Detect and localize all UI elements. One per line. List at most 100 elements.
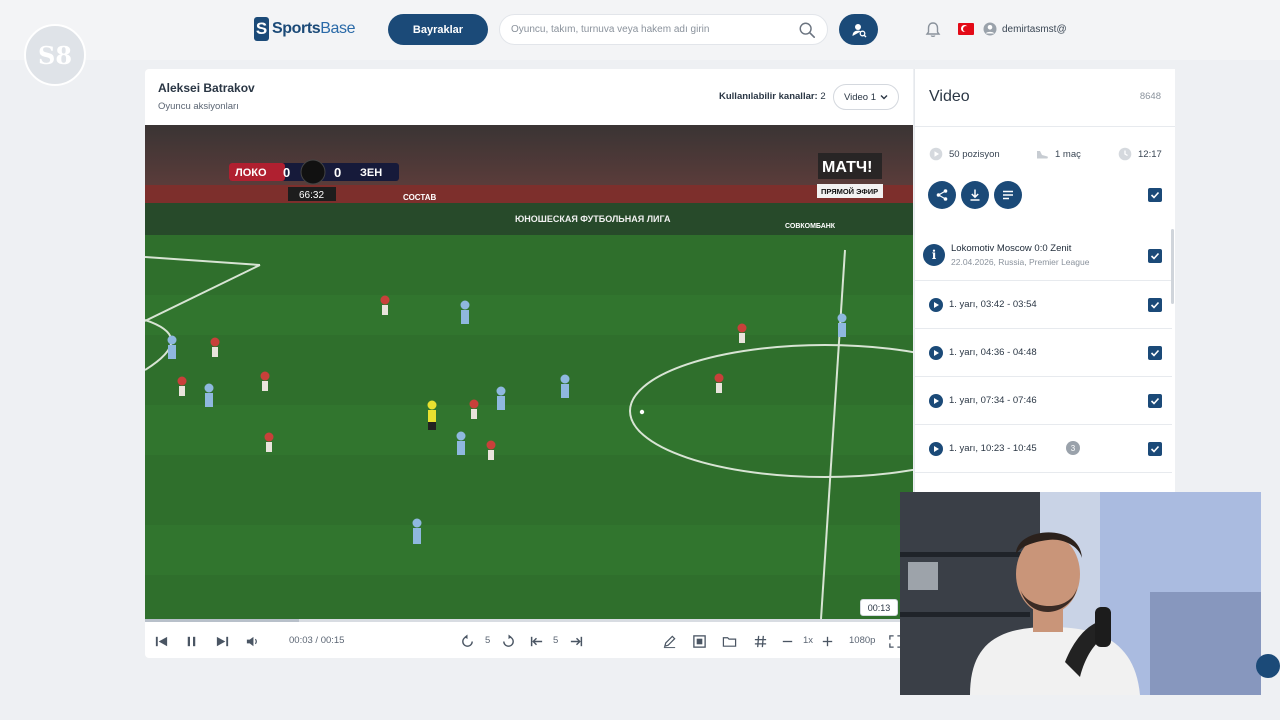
check-icon [1150, 252, 1160, 260]
check-icon [1150, 349, 1160, 357]
clip-checkbox[interactable] [1148, 298, 1162, 312]
channels-count: 2 [820, 91, 826, 102]
brand-name-part2: Base [320, 20, 356, 37]
plus-icon [822, 636, 832, 646]
chevron-down-icon [880, 95, 888, 100]
search-box [499, 14, 828, 45]
matches-stat: 1 maç [1035, 147, 1081, 161]
previous-clip-button[interactable] [151, 631, 171, 651]
share-button[interactable] [928, 181, 956, 209]
clip-row[interactable]: 1. yarı, 10:23 - 10:45 3 [915, 425, 1172, 473]
info-icon[interactable]: i [923, 244, 945, 266]
tv-channel-logo: МАТЧ! ПРЯМОЙ ЭФИР [817, 153, 883, 198]
play-icon[interactable] [929, 298, 943, 312]
player-subtitle: Oyuncu aksiyonları [158, 101, 239, 112]
rewind-icon [461, 633, 473, 647]
download-icon [970, 189, 980, 201]
frame-forward-button[interactable] [566, 631, 586, 651]
user-avatar-icon [983, 22, 997, 36]
away-team: ЗЕН [360, 167, 382, 179]
draw-tool-button[interactable] [659, 631, 679, 651]
clip-row[interactable]: 1. yarı, 03:42 - 03:54 [915, 281, 1172, 329]
available-channels: Kullanılabilir kanallar: 2 [719, 91, 826, 102]
playback-speed: 1x [803, 635, 814, 646]
sponsor-ad-3: СОВКОМБАНК [785, 223, 836, 230]
step-back-icon [530, 636, 542, 646]
video-player-card: Aleksei Batrakov Oyuncu aksiyonları Kull… [145, 69, 913, 658]
rewind-button[interactable] [457, 631, 477, 651]
forward-icon [502, 633, 514, 647]
ad-board-top [145, 185, 913, 203]
person-search-icon [852, 23, 866, 37]
search-input[interactable] [511, 15, 791, 44]
referee [427, 400, 437, 430]
forward-button[interactable] [498, 631, 518, 651]
player-name: Aleksei Batrakov [158, 81, 255, 95]
channels-label: Kullanılabilir kanallar: [719, 91, 818, 102]
top-bar: S SportsBase Bayraklar demirtasmst@ [0, 0, 1280, 60]
clip-label: 1. yarı, 10:23 - 10:45 [949, 443, 1037, 454]
bell-icon[interactable] [924, 21, 942, 39]
clip-checkbox[interactable] [1148, 442, 1162, 456]
folder-button[interactable] [719, 631, 739, 651]
webcam-overlay [900, 492, 1261, 695]
matches-count: 1 maç [1055, 148, 1081, 160]
channel-name: МАТЧ! [822, 159, 872, 176]
minus-icon [782, 640, 792, 642]
frames-button[interactable] [689, 631, 709, 651]
positions-count: 50 pozisyon [949, 148, 1000, 160]
player-search-button[interactable] [839, 14, 878, 45]
sportsbase-logo[interactable]: S SportsBase [254, 17, 356, 41]
match-header-row[interactable]: i Lokomotiv Moscow 0:0 Zenit 22.04.2026,… [915, 231, 1172, 281]
play-icon[interactable] [929, 394, 943, 408]
video-frame[interactable]: ЛОКО 0 0 ЗЕН 66:32 МАТЧ! ПРЯМОЙ ЭФИР СОС… [145, 125, 913, 619]
pause-button[interactable] [181, 631, 201, 651]
film-grid-icon [692, 634, 706, 648]
skip-previous-icon [155, 636, 167, 646]
speed-down-button[interactable] [777, 631, 797, 651]
match-title: Lokomotiv Moscow 0:0 Zenit [951, 243, 1072, 254]
next-clip-button[interactable] [212, 631, 232, 651]
hover-time-tooltip: 00:13 [860, 599, 898, 616]
check-icon [1150, 191, 1160, 199]
panel-title: Video [929, 88, 970, 105]
quality-select[interactable]: 1080p [849, 635, 875, 646]
volume-button[interactable] [242, 631, 262, 651]
step-forward-icon [570, 636, 582, 646]
brand-name-part1: Sports [272, 20, 321, 37]
home-team: ЛОКО [235, 167, 267, 179]
clip-row[interactable]: 1. yarı, 04:36 - 04:48 [915, 329, 1172, 377]
flags-button[interactable]: Bayraklar [388, 14, 488, 45]
speed-up-button[interactable] [817, 631, 837, 651]
chat-widget-button[interactable] [1256, 654, 1280, 678]
user-menu[interactable]: demirtasmst@ [983, 22, 1067, 36]
turkey-flag-icon[interactable] [958, 23, 974, 35]
video-source-value: Video 1 [843, 91, 877, 103]
clip-row[interactable]: 1. yarı, 07:34 - 07:46 [915, 377, 1172, 425]
clip-checkbox[interactable] [1148, 394, 1162, 408]
pause-icon [187, 636, 195, 646]
select-all-checkbox[interactable] [1148, 188, 1162, 202]
hash-icon [754, 635, 766, 647]
volume-icon [246, 636, 257, 646]
share-icon [936, 189, 948, 201]
frame-back-button[interactable] [526, 631, 546, 651]
playlist-button[interactable] [994, 181, 1022, 209]
play-icon[interactable] [929, 442, 943, 456]
video-source-select[interactable]: Video 1 [833, 84, 899, 110]
clip-list-scrollbar[interactable] [1171, 229, 1174, 304]
match-checkbox[interactable] [1148, 249, 1162, 263]
check-icon [1150, 301, 1160, 309]
progress-bar[interactable] [145, 619, 913, 622]
clip-checkbox[interactable] [1148, 346, 1162, 360]
clip-label: 1. yarı, 03:42 - 03:54 [949, 299, 1037, 310]
progress-fill [145, 619, 299, 622]
download-button[interactable] [961, 181, 989, 209]
grid-overlay-button[interactable] [750, 631, 770, 651]
play-icon[interactable] [929, 346, 943, 360]
search-icon[interactable] [798, 21, 816, 39]
check-icon [1150, 445, 1160, 453]
clock-icon [1118, 147, 1132, 161]
panel-divider [915, 126, 1175, 127]
match-meta: 22.04.2026, Russia, Premier League [951, 257, 1090, 267]
